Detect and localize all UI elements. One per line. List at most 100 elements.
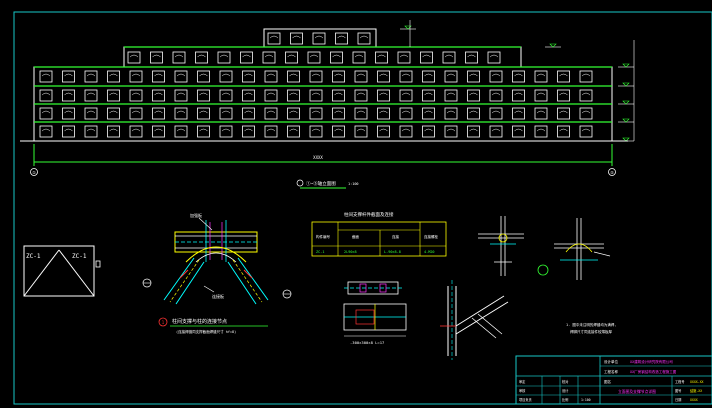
- window: [174, 70, 188, 83]
- window: [62, 89, 75, 102]
- window: [354, 70, 368, 83]
- window: [152, 125, 165, 138]
- window: [107, 70, 120, 83]
- window: [354, 89, 368, 102]
- window: [197, 89, 210, 102]
- window: [354, 107, 368, 120]
- window: [579, 70, 593, 83]
- window: [335, 32, 348, 45]
- window: [377, 89, 390, 102]
- window: [579, 125, 593, 138]
- window: [174, 107, 188, 120]
- table-cell-0: ZC-1: [316, 250, 324, 254]
- window: [172, 51, 186, 64]
- window: [197, 107, 210, 120]
- brace-schedule-table: 柱间支撑杆件截面及连接 构件编号 截面 连接 连接螺栓 ZC-1 2L90×8 …: [311, 211, 447, 257]
- window: [422, 125, 435, 138]
- window: [197, 70, 210, 83]
- note-line-1: 1. 图中未注明的焊缝均为满焊,: [566, 322, 616, 327]
- table-header-2: 连接: [392, 234, 400, 239]
- brace-tag-side: 连接板: [212, 293, 224, 299]
- elevation-scale: 1:100: [348, 182, 359, 186]
- brace-caption-tag: 1: [162, 320, 165, 325]
- window: [399, 125, 413, 138]
- zc1-detail: ZC-1 ZC-1: [23, 245, 101, 297]
- window: [62, 125, 75, 138]
- window: [420, 51, 433, 64]
- tb-scale: 1:100: [581, 398, 591, 402]
- window: [375, 51, 388, 64]
- window: [399, 107, 413, 120]
- window: [399, 89, 413, 102]
- detail-callout-icon: [537, 264, 549, 276]
- overall-dimension-text: XXXX: [313, 155, 323, 160]
- window: [219, 107, 233, 120]
- window: [557, 107, 570, 120]
- window: [127, 51, 141, 64]
- tb-row2-label: 工程名称: [604, 369, 618, 374]
- window: [444, 89, 458, 102]
- window: [285, 51, 298, 64]
- window: [332, 70, 345, 83]
- window: [467, 125, 480, 138]
- window: [467, 70, 480, 83]
- window: [422, 107, 435, 120]
- plate-dim-label: -300×300×8 L=17: [350, 340, 384, 345]
- window: [174, 125, 188, 138]
- window: [264, 70, 278, 83]
- window: [129, 125, 143, 138]
- window: [287, 107, 300, 120]
- tb-sheet-value-1: XXXX-XX: [690, 380, 704, 384]
- note-line-2: 焊脚尺寸同连接件较薄板厚: [570, 329, 612, 334]
- brace-note: (连接焊缝同支撑截面焊缝尺寸 hf=8): [176, 329, 236, 334]
- table-cell-1: 2L90×8: [344, 250, 357, 254]
- table-cell-3: 4-M20: [424, 250, 435, 254]
- window: [397, 51, 411, 64]
- brace-connection-detail: 加强板 连接板 1 柱间支撑与柱的连接节点 (连接焊缝同支撑截面焊缝尺寸 hf=…: [142, 212, 292, 334]
- window: [512, 125, 525, 138]
- brace-elevation-detail: [440, 280, 509, 360]
- window: [264, 125, 278, 138]
- window: [84, 107, 98, 120]
- level-mark-icon: [622, 100, 630, 105]
- window: [219, 89, 233, 102]
- elevation-title: ①~⑤轴立面图: [306, 180, 336, 187]
- window: [84, 89, 98, 102]
- window: [442, 51, 456, 64]
- window: [264, 89, 278, 102]
- window: [62, 107, 75, 120]
- window: [330, 51, 343, 64]
- tb-row1-label: 设计单位: [604, 359, 618, 364]
- table-cell-2: L-90×8-8: [384, 250, 401, 254]
- window: [309, 125, 323, 138]
- tb-sheet-label-3: 日期: [675, 397, 681, 402]
- window: [307, 51, 321, 64]
- window: [262, 51, 276, 64]
- tb-role-1: 审定: [519, 379, 526, 384]
- axis-label-right: ⑤: [610, 170, 614, 175]
- window: [465, 51, 478, 64]
- window: [309, 107, 323, 120]
- section-mark-icon: [296, 179, 304, 187]
- window: [332, 125, 345, 138]
- window: [512, 70, 525, 83]
- window: [354, 125, 368, 138]
- building-elevation: [33, 20, 635, 142]
- level-mark-icon: [622, 82, 630, 87]
- window: [489, 125, 503, 138]
- window: [467, 89, 480, 102]
- title-block: 设计单位 XX建筑设计研究院有限公司 工程名称 XX厂房钢结构改造工程施工图 图…: [515, 355, 712, 405]
- window: [219, 125, 233, 138]
- table-header-3: 连接螺栓: [424, 234, 438, 239]
- window: [557, 70, 570, 83]
- window: [312, 32, 326, 45]
- window: [534, 125, 548, 138]
- window: [197, 125, 210, 138]
- brace-caption: 柱间支撑与柱的连接节点: [172, 318, 227, 325]
- window: [242, 125, 255, 138]
- window: [352, 51, 366, 64]
- level-mark-icon: [622, 63, 630, 68]
- window: [489, 107, 503, 120]
- tb-row2-value: XX厂房钢结构改造工程施工图: [630, 369, 677, 374]
- window: [39, 70, 53, 83]
